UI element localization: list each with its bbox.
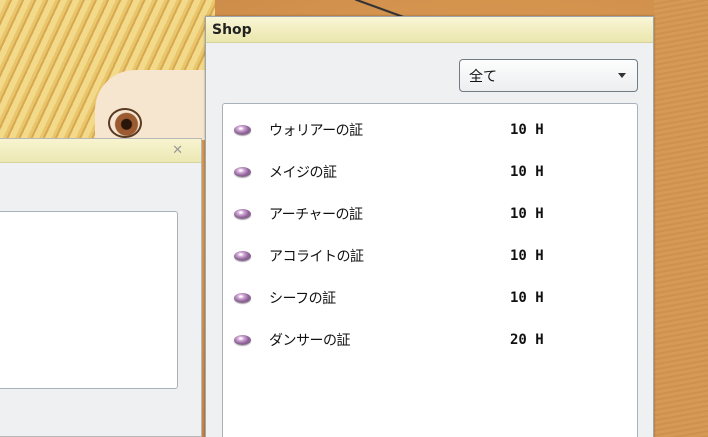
shop-item-price: 10 H <box>510 122 544 138</box>
shop-item-name: ウォリアーの証 <box>269 123 363 139</box>
gem-icon <box>234 251 251 261</box>
shop-item-list[interactable]: ウォリアーの証 10 H メイジの証 10 H アーチャーの証 10 H アコラ… <box>222 103 638 437</box>
shop-item[interactable]: アコライトの証 10 H <box>223 240 637 272</box>
shop-item-price: 10 H <box>510 248 544 264</box>
shop-item[interactable]: ウォリアーの証 10 H <box>223 114 637 146</box>
shop-item[interactable]: シーフの証 10 H <box>223 282 637 314</box>
shop-item[interactable]: ダンサーの証 20 H <box>223 324 637 356</box>
shop-item-price: 20 H <box>510 332 544 348</box>
gem-icon <box>234 209 251 219</box>
shop-item-price: 10 H <box>510 164 544 180</box>
character-eye-art <box>108 108 142 138</box>
chevron-down-icon <box>618 73 626 78</box>
category-filter-dropdown[interactable]: 全て <box>459 59 638 92</box>
shop-window: Shop 全て ウォリアーの証 10 H メイジの証 10 H アーチャーの証 … <box>205 16 654 437</box>
shop-titlebar[interactable]: Shop <box>206 17 653 43</box>
close-icon[interactable]: ✕ <box>172 143 183 158</box>
background-texture <box>654 0 708 437</box>
left-dialog-content-box <box>0 211 178 389</box>
background-stroke-art <box>355 0 415 16</box>
gem-icon <box>234 293 251 303</box>
shop-item-price: 10 H <box>510 290 544 306</box>
shop-item[interactable]: アーチャーの証 10 H <box>223 198 637 230</box>
shop-item-price: 10 H <box>510 206 544 222</box>
left-dialog-titlebar[interactable]: ✕ <box>0 139 201 163</box>
gem-icon <box>234 125 251 135</box>
category-filter-value: 全て <box>469 68 497 85</box>
gem-icon <box>234 167 251 177</box>
left-dialog: ✕ <box>0 138 202 437</box>
gem-icon <box>234 335 251 345</box>
shop-item-name: メイジの証 <box>269 165 337 181</box>
shop-item-name: シーフの証 <box>269 291 336 307</box>
shop-item-name: ダンサーの証 <box>269 333 351 349</box>
shop-item-name: アコライトの証 <box>269 249 364 265</box>
shop-title: Shop <box>212 21 252 38</box>
shop-item[interactable]: メイジの証 10 H <box>223 156 637 188</box>
shop-item-name: アーチャーの証 <box>269 207 363 223</box>
